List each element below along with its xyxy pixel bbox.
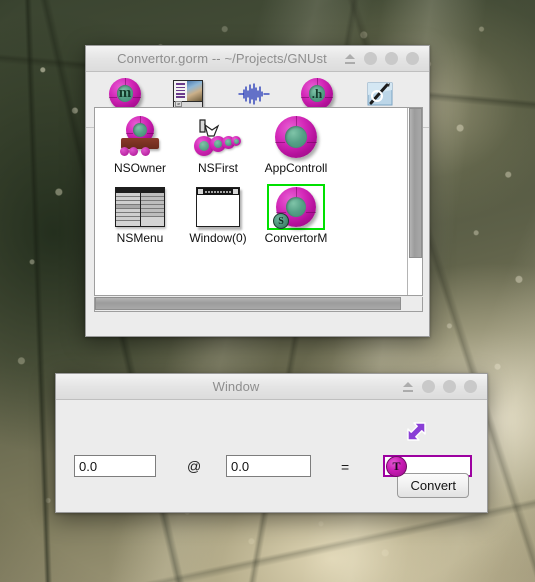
convertor-window-title: Window [212, 379, 260, 394]
v-scrollbar-thumb[interactable] [409, 108, 422, 258]
convertor-window[interactable]: Window @ = T Convert [55, 373, 488, 513]
v-scrollbar[interactable] [407, 108, 422, 295]
objects-torus-m-icon: m [109, 77, 141, 110]
nsowner-icon [111, 114, 169, 160]
minimize-button[interactable] [422, 380, 435, 393]
palette-item-nsmenu[interactable]: NSMenu [101, 184, 179, 254]
amount-field[interactable] [74, 455, 156, 477]
nsfirst-icon [189, 114, 247, 160]
classes-torus-h-icon: .h [301, 77, 333, 110]
h-scrollbar-thumb[interactable] [95, 297, 401, 310]
appcontroll-icon [267, 114, 325, 160]
file-pen-icon [365, 78, 397, 110]
convert-button[interactable]: Convert [397, 473, 469, 498]
gorm-titlebar[interactable]: Convertor.gorm -- ~/Projects/GNUst [86, 46, 429, 72]
palette-label-window0: Window(0) [189, 231, 247, 245]
operator-at-label: @ [187, 458, 202, 474]
classes-icon-letter: .h [311, 85, 323, 101]
palette-item-appcontroll[interactable]: AppControll [257, 114, 335, 184]
convertor-titlebar[interactable]: Window [56, 374, 487, 400]
gorm-palette-window[interactable]: Convertor.gorm -- ~/Projects/GNUst m Obj… [85, 45, 430, 337]
gorm-window-controls[interactable] [344, 52, 429, 65]
operator-equals-label: = [341, 459, 350, 475]
eject-icon[interactable] [402, 381, 414, 393]
palette-label-convertorm: ConvertorM [264, 231, 328, 245]
sounds-waveform-icon [237, 78, 270, 110]
palette-grid[interactable]: NSOwner NSFirst AppControll NSMenu Windo… [95, 108, 407, 295]
palette-item-nsowner[interactable]: NSOwner [101, 114, 179, 184]
minimize-button[interactable] [364, 52, 377, 65]
palette-label-appcontroll: AppControll [264, 161, 328, 175]
close-button[interactable] [464, 380, 477, 393]
palette-item-window0[interactable]: Window(0) [179, 184, 257, 254]
palette-item-nsfirst[interactable]: NSFirst [179, 114, 257, 184]
eject-icon[interactable] [344, 53, 356, 65]
window-mini-icon [189, 184, 247, 230]
palette-label-nsowner: NSOwner [113, 161, 166, 175]
images-icon: tiff [173, 78, 205, 110]
desktop: Convertor.gorm -- ~/Projects/GNUst m Obj… [0, 0, 535, 582]
nsmenu-icon [111, 184, 169, 230]
palette-label-nsfirst: NSFirst [198, 161, 238, 175]
convertor-form: @ = T Convert [56, 400, 487, 512]
gorm-window-title: Convertor.gorm -- ~/Projects/GNUst [117, 51, 327, 66]
palette-object-area[interactable]: NSOwner NSFirst AppControll NSMenu Windo… [94, 107, 423, 296]
maximize-button[interactable] [443, 380, 456, 393]
h-scrollbar[interactable] [94, 297, 423, 312]
close-button[interactable] [406, 52, 419, 65]
rate-field[interactable] [226, 455, 311, 477]
maximize-button[interactable] [385, 52, 398, 65]
text-field-drag-badge-icon: T [386, 456, 407, 477]
palette-item-convertorm[interactable]: S ConvertorM [257, 184, 335, 254]
convertorm-icon: S [267, 184, 325, 230]
palette-label-nsmenu: NSMenu [116, 231, 164, 245]
convertor-window-controls[interactable] [402, 380, 487, 393]
objects-icon-letter: m [118, 85, 132, 101]
source-badge-icon: S [273, 213, 289, 229]
